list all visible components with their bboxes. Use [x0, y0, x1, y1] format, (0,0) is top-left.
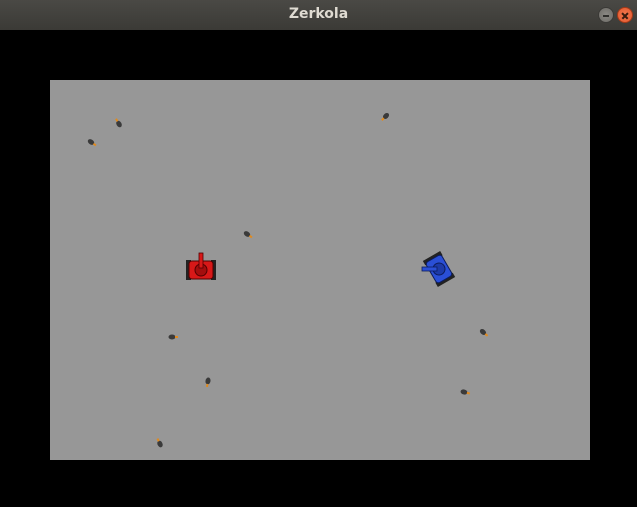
game-window [0, 30, 637, 507]
bullet-icon [381, 112, 390, 121]
window-title: Zerkola [288, 6, 349, 22]
minimize-button[interactable] [598, 7, 614, 23]
bullet-icon [243, 231, 253, 239]
close-button[interactable] [617, 7, 633, 23]
title-bar[interactable]: Zerkola [0, 0, 637, 31]
bullet-icon [87, 139, 97, 147]
bullet-icon [168, 334, 178, 340]
arena-canvas [87, 112, 489, 448]
bullet-icon [205, 377, 211, 388]
bullet-icon [156, 438, 163, 448]
red-tank-icon [186, 252, 216, 280]
bullet-icon [460, 389, 471, 395]
bullet-icon [115, 118, 122, 128]
blue-tank-barrel-icon [421, 266, 438, 272]
game-arena[interactable] [50, 80, 590, 460]
bullet-icon [479, 329, 489, 337]
